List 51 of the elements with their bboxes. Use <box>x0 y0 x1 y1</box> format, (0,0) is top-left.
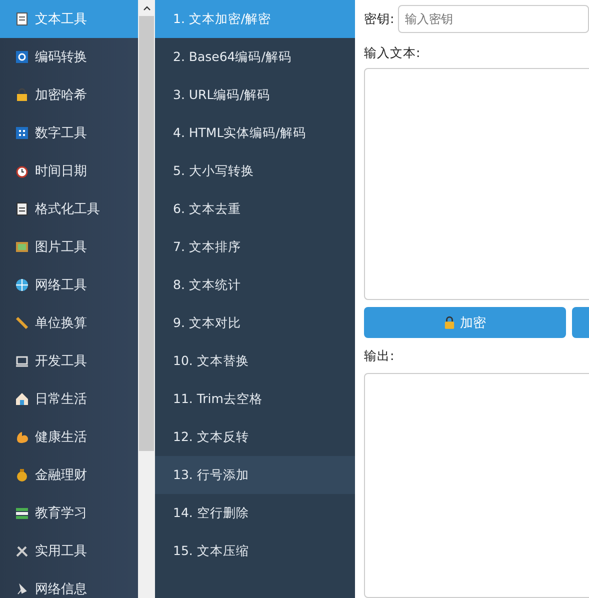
category-item[interactable]: 加密哈希 <box>0 76 138 114</box>
category-item[interactable]: 教育学习 <box>0 494 138 532</box>
notepad-icon <box>15 12 29 26</box>
tool-item[interactable]: 9. 文本对比 <box>155 304 355 342</box>
tool-item[interactable]: 15. 文本压缩 <box>155 532 355 570</box>
padlock-icon <box>444 316 455 330</box>
clipboard-icon <box>15 202 29 216</box>
category-item[interactable]: 实用工具 <box>0 532 138 570</box>
tool-item[interactable]: 11. Trim去空格 <box>155 380 355 418</box>
output-label: 输出: <box>364 348 396 366</box>
category-item[interactable]: 网络信息 <box>0 570 138 598</box>
scroll-up-icon[interactable] <box>142 5 150 11</box>
tool-item[interactable]: 5. 大小写转换 <box>155 152 355 190</box>
tool-item[interactable]: 3. URL编码/解码 <box>155 76 355 114</box>
tool-item[interactable]: 8. 文本统计 <box>155 266 355 304</box>
category-item[interactable]: 网络工具 <box>0 266 138 304</box>
house-icon <box>15 392 29 406</box>
tool-item[interactable]: 6. 文本去重 <box>155 190 355 228</box>
scrollbar[interactable] <box>138 0 155 598</box>
category-item[interactable]: 日常生活 <box>0 380 138 418</box>
clock-icon <box>15 164 29 178</box>
category-item[interactable]: 数字工具 <box>0 114 138 152</box>
category-item[interactable]: 时间日期 <box>0 152 138 190</box>
tool-item[interactable]: 4. HTML实体编码/解码 <box>155 114 355 152</box>
input-label: 输入文本: <box>364 45 422 62</box>
tool-item[interactable]: 10. 文本替换 <box>155 342 355 380</box>
lock-icon <box>15 88 29 102</box>
scroll-thumb[interactable] <box>139 16 154 451</box>
ruler-icon <box>15 316 29 330</box>
keypad-icon <box>15 126 29 140</box>
category-item[interactable]: 格式化工具 <box>0 190 138 228</box>
output-text-area[interactable] <box>364 373 589 598</box>
photo-icon <box>15 240 29 254</box>
money-bag-icon <box>15 468 29 482</box>
books-icon <box>15 506 29 520</box>
category-item[interactable]: 金融理财 <box>0 456 138 494</box>
globe-icon <box>15 278 29 292</box>
key-field[interactable]: 输入密钥 <box>398 5 589 33</box>
tool-item[interactable]: 7. 文本排序 <box>155 228 355 266</box>
category-item[interactable]: 图片工具 <box>0 228 138 266</box>
category-item[interactable]: 单位换算 <box>0 304 138 342</box>
tool-item[interactable]: 13. 行号添加 <box>155 456 355 494</box>
tool-item[interactable]: 14. 空行删除 <box>155 494 355 532</box>
category-item[interactable]: 开发工具 <box>0 342 138 380</box>
category-item[interactable]: 健康生活 <box>0 418 138 456</box>
category-item[interactable]: 编码转换 <box>0 38 138 76</box>
laptop-icon <box>15 354 29 368</box>
key-label: 密钥: <box>364 10 394 28</box>
tool-item[interactable]: 12. 文本反转 <box>155 418 355 456</box>
input-text-area[interactable] <box>364 68 589 300</box>
tool-item[interactable]: 2. Base64编码/解码 <box>155 38 355 76</box>
